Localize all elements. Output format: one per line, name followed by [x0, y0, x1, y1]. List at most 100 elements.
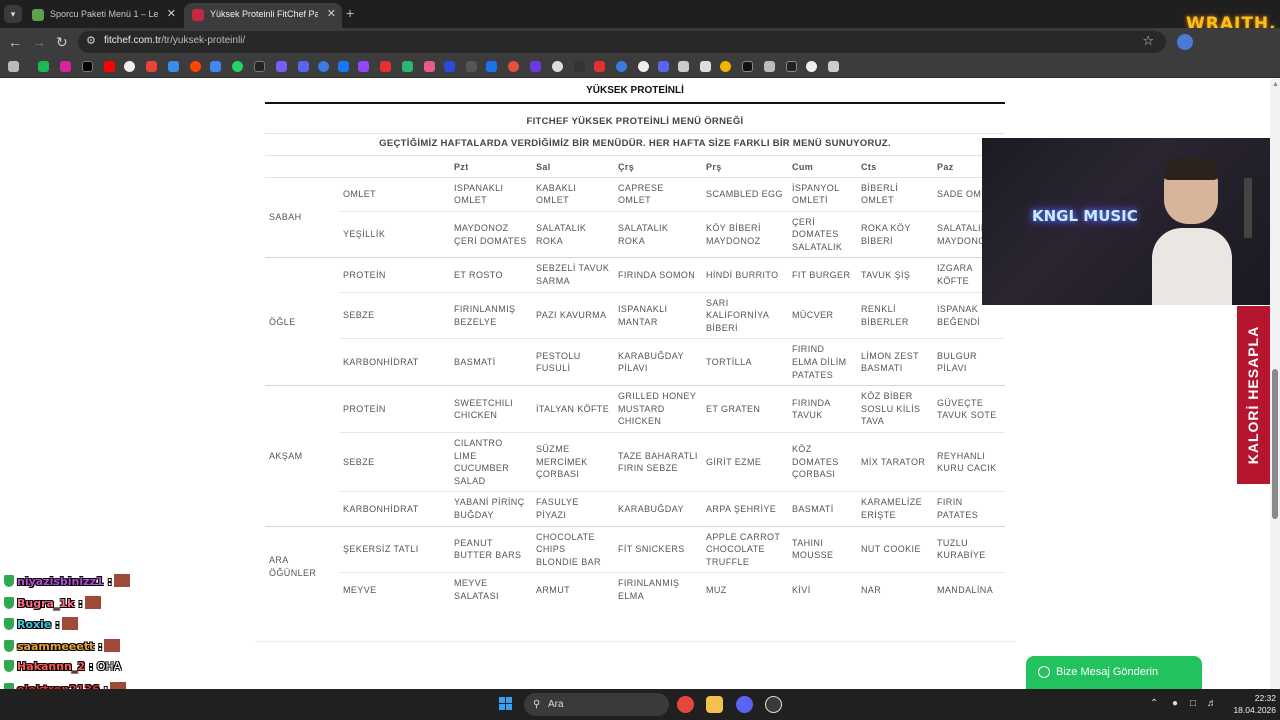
menu-note: GEÇTİĞİMİZ HAFTALARDA VERDİĞİMİZ BİR MEN…	[379, 138, 891, 149]
close-tab-icon[interactable]: ✕	[327, 3, 336, 26]
meal-cell: PEANUT BUTTER BARS	[450, 526, 532, 574]
table-row: ÖĞLE PROTEİN ET ROSTO SEBZELİ TAVUK SARMA FI…	[265, 257, 1005, 387]
bookmark-icon[interactable]	[424, 61, 435, 72]
extension-icon[interactable]	[1177, 34, 1193, 50]
meal-cell: SALATALIK ROKA	[614, 211, 702, 259]
bookmark-icon[interactable]	[38, 61, 49, 72]
bookmark-icon[interactable]	[616, 61, 627, 72]
app-icon[interactable]	[765, 696, 782, 713]
whatsapp-icon[interactable]	[232, 61, 243, 72]
taskbar-search[interactable]: ⚲ Ara	[524, 693, 669, 716]
reload-icon[interactable]: ↻	[56, 33, 68, 51]
bookmark-icon[interactable]	[742, 61, 753, 72]
meal-cell: REYHANLI KURU CACIK	[933, 432, 1005, 493]
file-explorer-icon[interactable]	[706, 696, 723, 713]
new-tab-button[interactable]: +	[346, 4, 354, 22]
tab-sporcu-paketi[interactable]: Sporcu Paketi Menü 1 – Leziz D ✕	[24, 3, 182, 28]
page-scrollbar[interactable]: ▲	[1270, 79, 1280, 689]
bookmark-icon[interactable]	[638, 61, 649, 72]
bookmark-icon[interactable]	[402, 61, 413, 72]
url-host: fitchef.com.tr	[104, 35, 162, 46]
windows-start-icon[interactable]	[499, 697, 513, 711]
close-tab-icon[interactable]: ✕	[167, 3, 176, 26]
bookmark-icon[interactable]	[466, 61, 477, 72]
bookmark-icon[interactable]	[764, 61, 775, 72]
bookmark-icon[interactable]	[806, 61, 817, 72]
meal-category: PROTEİN	[339, 385, 450, 433]
chrome-icon[interactable]	[677, 696, 694, 713]
discord-icon[interactable]	[298, 61, 309, 72]
microphone-icon[interactable]: ●	[1172, 698, 1178, 709]
webcam-overlay: KNGL MUSIC	[982, 138, 1270, 305]
bookmark-icon[interactable]	[380, 61, 391, 72]
site-info-icon[interactable]: ⚙	[86, 34, 96, 47]
scroll-up-arrow-icon[interactable]: ▲	[1272, 81, 1279, 88]
bookmark-star-icon[interactable]: ☆	[1142, 33, 1154, 49]
network-icon[interactable]: □	[1190, 698, 1196, 709]
meal-cell: ISPANAKLI OMLET	[450, 177, 532, 212]
bookmark-icon[interactable]	[594, 61, 605, 72]
bookmark-icon[interactable]	[658, 61, 669, 72]
bookmark-icon[interactable]	[786, 61, 797, 72]
back-icon[interactable]: ←	[8, 33, 22, 51]
chat-message: Roxie :	[4, 617, 78, 635]
translate-icon[interactable]	[210, 61, 221, 72]
meal-cell: KARABUĞDAY	[614, 491, 702, 527]
meal-cell: FIRIND ELMA DİLİM PATATES	[788, 338, 857, 387]
bookmark-icon[interactable]	[720, 61, 731, 72]
discord-icon[interactable]	[736, 696, 753, 713]
header-day: Sal	[532, 157, 614, 178]
url-bar[interactable]: ⚙ fitchef.com.tr/tr/yuksek-proteinli/ ☆	[78, 31, 1166, 53]
table-row: SABAH OMLET ISPANAKLI OMLET KABAKLI OMLET CA…	[265, 177, 1005, 259]
taskbar-clock[interactable]: 22:32 18.04.2026	[1226, 692, 1276, 716]
x-icon[interactable]	[82, 61, 93, 72]
meal-cell: GİRİT EZME	[702, 432, 788, 493]
meal-cell: KÖY BİBERİ MAYDONOZ	[702, 211, 788, 259]
bookmark-icon[interactable]	[828, 61, 839, 72]
table-row: KARBONHİDRAT YABANİ PİRİNÇ BUĞDAY FASULYE …	[265, 491, 1005, 527]
gmail-icon[interactable]	[146, 61, 157, 72]
bookmark-icon[interactable]	[552, 61, 563, 72]
meal-cell: CAPRESE OMLET	[614, 177, 702, 212]
bookmark-icon[interactable]	[486, 61, 497, 72]
clock-date: 18.04.2026	[1233, 705, 1276, 715]
scroll-thumb[interactable]	[1272, 369, 1278, 519]
chat-emote-icon	[113, 574, 130, 587]
neon-sign-text: KNGL MUSIC	[1032, 207, 1138, 225]
address-toolbar: ← → ↻ ⚙ fitchef.com.tr/tr/yuksek-protein…	[0, 28, 1280, 56]
bookmark-icon[interactable]	[444, 61, 455, 72]
youtube-icon[interactable]	[104, 61, 115, 72]
header-day: Prş	[702, 157, 788, 178]
bookmark-icon[interactable]	[508, 61, 519, 72]
meal-cell: ET ROSTO	[450, 257, 532, 293]
meal-category: YEŞİLLİK	[339, 211, 450, 259]
bookmark-icon[interactable]	[700, 61, 711, 72]
bookmark-icon[interactable]	[168, 61, 179, 72]
twitch-icon[interactable]	[358, 61, 369, 72]
bookmark-icon[interactable]	[318, 61, 329, 72]
bookmark-icon[interactable]	[574, 61, 585, 72]
facebook-icon[interactable]	[338, 61, 349, 72]
instagram-icon[interactable]	[60, 61, 71, 72]
volume-icon[interactable]: ♬	[1207, 698, 1217, 709]
bookmark-icon[interactable]	[254, 61, 265, 72]
whatsapp-message-button[interactable]: Bize Mesaj Gönderin	[1026, 656, 1202, 689]
tab-search-button[interactable]: ▾	[4, 5, 22, 23]
meal-cell: KARAMELİZE ERİŞTE	[857, 491, 933, 527]
calorie-calculator-button[interactable]: KALORİ HESAPLA	[1237, 306, 1270, 484]
google-icon[interactable]	[124, 61, 135, 72]
meal-category: KARBONHİDRAT	[339, 491, 450, 527]
streamer	[1152, 158, 1232, 305]
reddit-icon[interactable]	[190, 61, 201, 72]
forward-icon[interactable]: →	[32, 33, 46, 51]
meal-cell: PAZI KAVURMA	[532, 292, 614, 340]
bookmark-icon[interactable]	[530, 61, 541, 72]
chat-message: saammeeett :	[4, 638, 121, 657]
tray-chevron-icon[interactable]: ⌃	[1150, 698, 1158, 709]
whatsapp-icon	[1038, 666, 1050, 678]
meal-cell: FIT BURGER	[788, 257, 857, 293]
bookmark-icon[interactable]	[678, 61, 689, 72]
apps-icon[interactable]	[8, 61, 19, 72]
bookmark-icon[interactable]	[276, 61, 287, 72]
tab-yuksek-proteinli[interactable]: Yüksek Proteinli FitChef Paket ✕	[184, 3, 342, 28]
